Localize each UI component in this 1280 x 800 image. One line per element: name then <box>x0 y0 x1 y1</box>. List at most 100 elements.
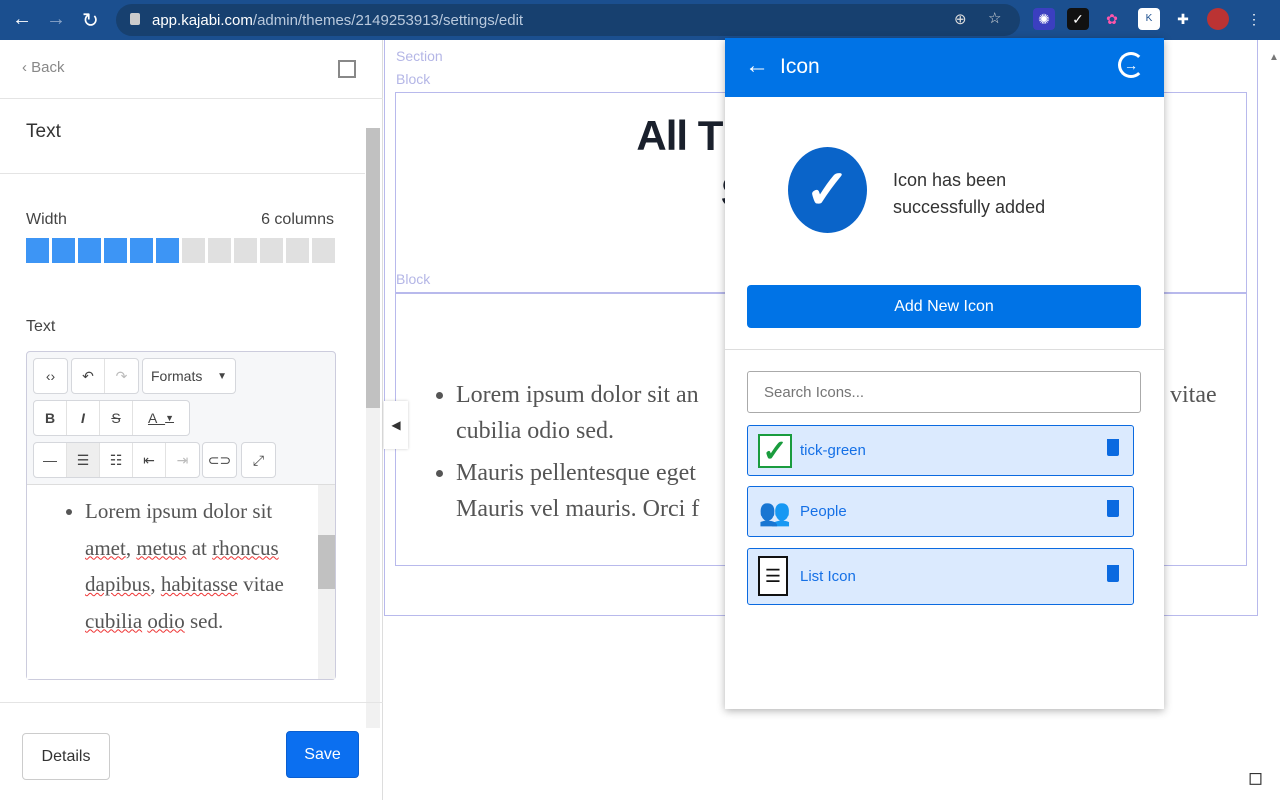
rich-text-editor: ‹› ↶↷ Formats ▼ BISA ▼ —☰☷⇤⇥ ⊂⊃ ⤢ Lorem i… <box>26 351 336 680</box>
width-slider[interactable] <box>26 238 338 263</box>
italic-icon[interactable]: I <box>67 401 100 435</box>
bullet-list-icon[interactable]: ☰ <box>67 443 100 477</box>
puzzle-icon[interactable]: ✚ <box>1172 8 1194 30</box>
editor-text: vitae <box>237 572 284 596</box>
chevron-left-icon: ‹ <box>22 59 32 76</box>
collapse-sidebar-toggle[interactable]: ◀ <box>384 401 408 449</box>
icon-extension-popup: ← Icon → ✓ Icon has been successfully add… <box>725 38 1164 709</box>
width-segment[interactable] <box>260 238 283 263</box>
back-link[interactable]: ‹ Back <box>22 59 65 76</box>
success-message: Icon has been successfully added <box>893 170 1046 217</box>
block-tag: Block <box>396 71 431 87</box>
editor-text: , <box>125 535 137 560</box>
width-segment[interactable] <box>286 238 309 263</box>
preview-list-item: Mauris pellentesque egetMauris vel mauri… <box>456 455 699 527</box>
strikethrough-icon[interactable]: S <box>100 401 133 435</box>
fullscreen-icon[interactable]: ⤢ <box>242 443 275 477</box>
bold-icon[interactable]: B <box>34 401 67 435</box>
browser-toolbar: ← → ↻ app.kajabi.com/admin/themes/214925… <box>0 0 1280 40</box>
logout-icon[interactable]: → <box>1118 52 1144 78</box>
width-segment[interactable] <box>156 238 179 263</box>
numbered-list-icon[interactable]: ☷ <box>100 443 133 477</box>
divider <box>725 349 1164 350</box>
horizontal-rule-icon[interactable]: — <box>34 443 67 477</box>
sidebar-scrollbar[interactable] <box>366 128 380 728</box>
extension-icon[interactable]: ✺ <box>1033 8 1055 30</box>
url-host: app.kajabi.com <box>152 12 253 29</box>
text-label: Text <box>26 318 56 335</box>
editor-text: , <box>150 572 161 596</box>
width-segment[interactable] <box>208 238 231 263</box>
divider <box>0 173 365 174</box>
preview-text-fragment: vitae <box>1170 382 1217 408</box>
editor-scrollbar[interactable] <box>318 485 335 679</box>
editor-bullet-list: Lorem ipsum dolor sit amet, metus at rho… <box>85 493 307 639</box>
star-icon[interactable]: ☆ <box>988 9 1001 27</box>
icon-list-item[interactable]: 👥 People <box>747 486 1134 537</box>
zoom-icon[interactable]: ⊕ <box>954 10 967 28</box>
caret-down-icon: ▼ <box>217 370 227 382</box>
undo-icon[interactable]: ↶ <box>72 359 105 393</box>
back-arrow-icon[interactable]: ← <box>745 52 769 80</box>
width-segment[interactable] <box>104 238 127 263</box>
editor-text: habitasse <box>160 572 238 596</box>
people-icon: 👥 <box>758 497 792 527</box>
link-icon[interactable]: ⊂⊃ <box>203 443 236 477</box>
width-segment[interactable] <box>130 238 153 263</box>
redo-icon[interactable]: ↷ <box>105 359 138 393</box>
preview-list-item: Lorem ipsum dolor sit ancubilia odio sed… <box>456 377 699 449</box>
width-segment[interactable] <box>182 238 205 263</box>
trash-icon[interactable] <box>1107 565 1119 582</box>
icon-list-item[interactable]: ☰ List Icon <box>747 548 1134 605</box>
forward-arrow-icon[interactable]: → <box>46 8 66 31</box>
section-tag: Section <box>396 48 443 64</box>
editor-content[interactable]: Lorem ipsum dolor sit amet, metus at rho… <box>27 484 335 679</box>
source-code-icon[interactable]: ‹› <box>34 359 67 393</box>
editor-text: sed. <box>184 608 224 633</box>
text-color-icon[interactable]: A ▼ <box>133 401 189 435</box>
menu-dots-icon[interactable]: ⋮ <box>1243 8 1265 30</box>
icon-list-item[interactable]: ✓ tick-green <box>747 425 1134 476</box>
green-check-icon: ✓ <box>758 434 792 468</box>
formats-label: Formats <box>151 368 203 384</box>
resize-handle-icon[interactable]: ◇ <box>1241 763 1272 793</box>
editor-text: cubilia <box>85 608 143 633</box>
trash-icon[interactable] <box>1107 500 1119 517</box>
back-arrow-icon[interactable]: ← <box>12 8 32 31</box>
details-button[interactable]: Details <box>22 733 110 780</box>
popup-title: Icon <box>780 55 820 78</box>
popup-header: ← Icon → <box>725 38 1164 97</box>
lock-icon <box>130 13 140 25</box>
editor-text: amet <box>85 535 126 560</box>
save-button[interactable]: Save <box>286 731 359 778</box>
width-segment[interactable] <box>78 238 101 263</box>
section-title: Text <box>26 121 61 142</box>
editor-text: at <box>186 535 213 560</box>
scroll-up-icon[interactable]: ▲ <box>1269 52 1279 63</box>
divider <box>0 702 383 703</box>
indent-icon[interactable]: ⇥ <box>166 443 199 477</box>
width-segment[interactable] <box>52 238 75 263</box>
divider <box>0 98 383 99</box>
icon-name: tick-green <box>800 442 866 459</box>
extension-kajabi-icon[interactable]: K <box>1138 8 1160 30</box>
avatar[interactable] <box>1207 8 1229 30</box>
settings-sidebar: ‹ Back Text Width 6 columns Text ‹› ↶ ↷ F… <box>0 40 383 800</box>
address-bar[interactable]: app.kajabi.com/admin/themes/2149253913/s… <box>116 4 1020 36</box>
trash-icon[interactable] <box>1107 439 1119 456</box>
search-icons-input[interactable] <box>747 371 1141 413</box>
formats-dropdown[interactable]: Formats ▼ <box>143 359 235 393</box>
external-link-icon[interactable] <box>338 60 356 78</box>
width-segment[interactable] <box>26 238 49 263</box>
width-segment[interactable] <box>234 238 257 263</box>
outdent-icon[interactable]: ⇤ <box>133 443 166 477</box>
width-label: Width <box>26 211 67 228</box>
back-label: Back <box>31 59 65 76</box>
extension-color-icon[interactable]: ✿ <box>1101 8 1123 30</box>
reload-icon[interactable]: ↻ <box>82 8 99 33</box>
width-value: 6 columns <box>261 211 334 228</box>
add-new-icon-button[interactable]: Add New Icon <box>747 285 1141 328</box>
extension-check-icon[interactable]: ✓ <box>1067 8 1089 30</box>
editor-text: odio <box>147 608 185 633</box>
width-segment[interactable] <box>312 238 335 263</box>
